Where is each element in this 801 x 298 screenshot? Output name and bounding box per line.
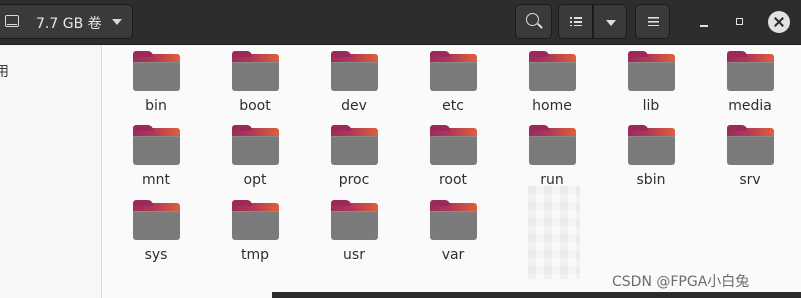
maximize-button[interactable] bbox=[729, 11, 751, 33]
folder-item[interactable]: mnt bbox=[121, 119, 191, 189]
folder-icon bbox=[331, 125, 378, 165]
volume-label: 7.7 GB 卷 bbox=[36, 16, 102, 32]
folder-item[interactable]: srv bbox=[715, 119, 785, 189]
folder-label: tmp bbox=[240, 247, 269, 263]
folder-item[interactable]: boot bbox=[220, 45, 290, 115]
folder-label: lib bbox=[642, 98, 660, 114]
view-options-button[interactable] bbox=[593, 4, 627, 39]
folder-item[interactable]: etc bbox=[418, 45, 488, 115]
folder-item[interactable]: root bbox=[418, 119, 488, 189]
view-mode-button[interactable] bbox=[558, 4, 593, 39]
folder-icon bbox=[232, 200, 279, 240]
folder-label: bin bbox=[145, 98, 167, 114]
chevron-down-icon bbox=[112, 19, 122, 25]
folder-icon bbox=[331, 200, 378, 240]
folder-label: var bbox=[441, 247, 465, 263]
close-icon bbox=[774, 17, 784, 27]
folder-icon bbox=[727, 51, 774, 91]
chevron-down-icon bbox=[606, 20, 616, 26]
folder-item[interactable]: home bbox=[517, 45, 587, 115]
folder-label: mnt bbox=[142, 172, 170, 188]
sidebar-item-label[interactable]: 用 bbox=[0, 61, 9, 81]
folder-icon bbox=[430, 51, 477, 91]
hamburger-menu-icon bbox=[648, 17, 659, 26]
close-button[interactable] bbox=[768, 11, 790, 33]
folder-icon bbox=[430, 200, 477, 240]
folder-label: root bbox=[438, 172, 468, 188]
folder-item[interactable]: lib bbox=[616, 45, 686, 115]
folder-icon bbox=[529, 125, 576, 165]
folder-item[interactable]: dev bbox=[319, 45, 389, 115]
folder-item[interactable]: run bbox=[517, 119, 587, 189]
folder-icon bbox=[133, 200, 180, 240]
folder-icon bbox=[529, 51, 576, 91]
search-button[interactable] bbox=[515, 4, 552, 39]
header-bar: 7.7 GB 卷 bbox=[0, 0, 801, 45]
drag-ghost bbox=[528, 186, 580, 279]
folder-label: srv bbox=[739, 172, 761, 188]
folder-item[interactable]: proc bbox=[319, 119, 389, 189]
folder-label: etc bbox=[442, 98, 464, 114]
folder-item[interactable]: usr bbox=[319, 194, 389, 264]
location-path-button[interactable]: 7.7 GB 卷 bbox=[0, 4, 133, 39]
folder-item[interactable]: var bbox=[418, 194, 488, 264]
folder-item[interactable]: bin bbox=[121, 45, 191, 115]
folder-icon bbox=[430, 125, 477, 165]
sidebar: 用 bbox=[0, 45, 102, 298]
minimize-icon bbox=[700, 25, 708, 27]
watermark-text: CSDN @FPGA小白兔 bbox=[612, 274, 750, 290]
folder-label: sys bbox=[144, 247, 168, 263]
folder-label: usr bbox=[343, 247, 365, 263]
folder-item[interactable]: sys bbox=[121, 194, 191, 264]
search-icon bbox=[526, 13, 539, 26]
app-menu-button[interactable] bbox=[635, 4, 670, 39]
folder-icon bbox=[232, 125, 279, 165]
maximize-icon bbox=[736, 18, 743, 25]
list-view-icon bbox=[570, 17, 582, 26]
folder-icon bbox=[628, 125, 675, 165]
folder-item[interactable]: sbin bbox=[616, 119, 686, 189]
folder-label: opt bbox=[243, 172, 267, 188]
folder-label: boot bbox=[239, 98, 271, 114]
folder-icon bbox=[133, 125, 180, 165]
folder-label: media bbox=[728, 98, 772, 114]
folder-icon bbox=[133, 51, 180, 91]
folder-item[interactable]: media bbox=[715, 45, 785, 115]
file-grid: bin boot dev etc home lib media mnt opt … bbox=[102, 45, 801, 298]
folder-item[interactable]: tmp bbox=[220, 194, 290, 264]
folder-label: home bbox=[532, 98, 572, 114]
folder-icon bbox=[628, 51, 675, 91]
drive-icon bbox=[5, 15, 19, 27]
folder-icon bbox=[727, 125, 774, 165]
folder-label: sbin bbox=[636, 172, 666, 188]
folder-item[interactable]: opt bbox=[220, 119, 290, 189]
minimize-button[interactable] bbox=[693, 11, 715, 33]
folder-label: proc bbox=[338, 172, 370, 188]
bottom-taskbar-edge bbox=[272, 292, 801, 298]
folder-icon bbox=[331, 51, 378, 91]
folder-icon bbox=[232, 51, 279, 91]
folder-label: dev bbox=[341, 98, 367, 114]
